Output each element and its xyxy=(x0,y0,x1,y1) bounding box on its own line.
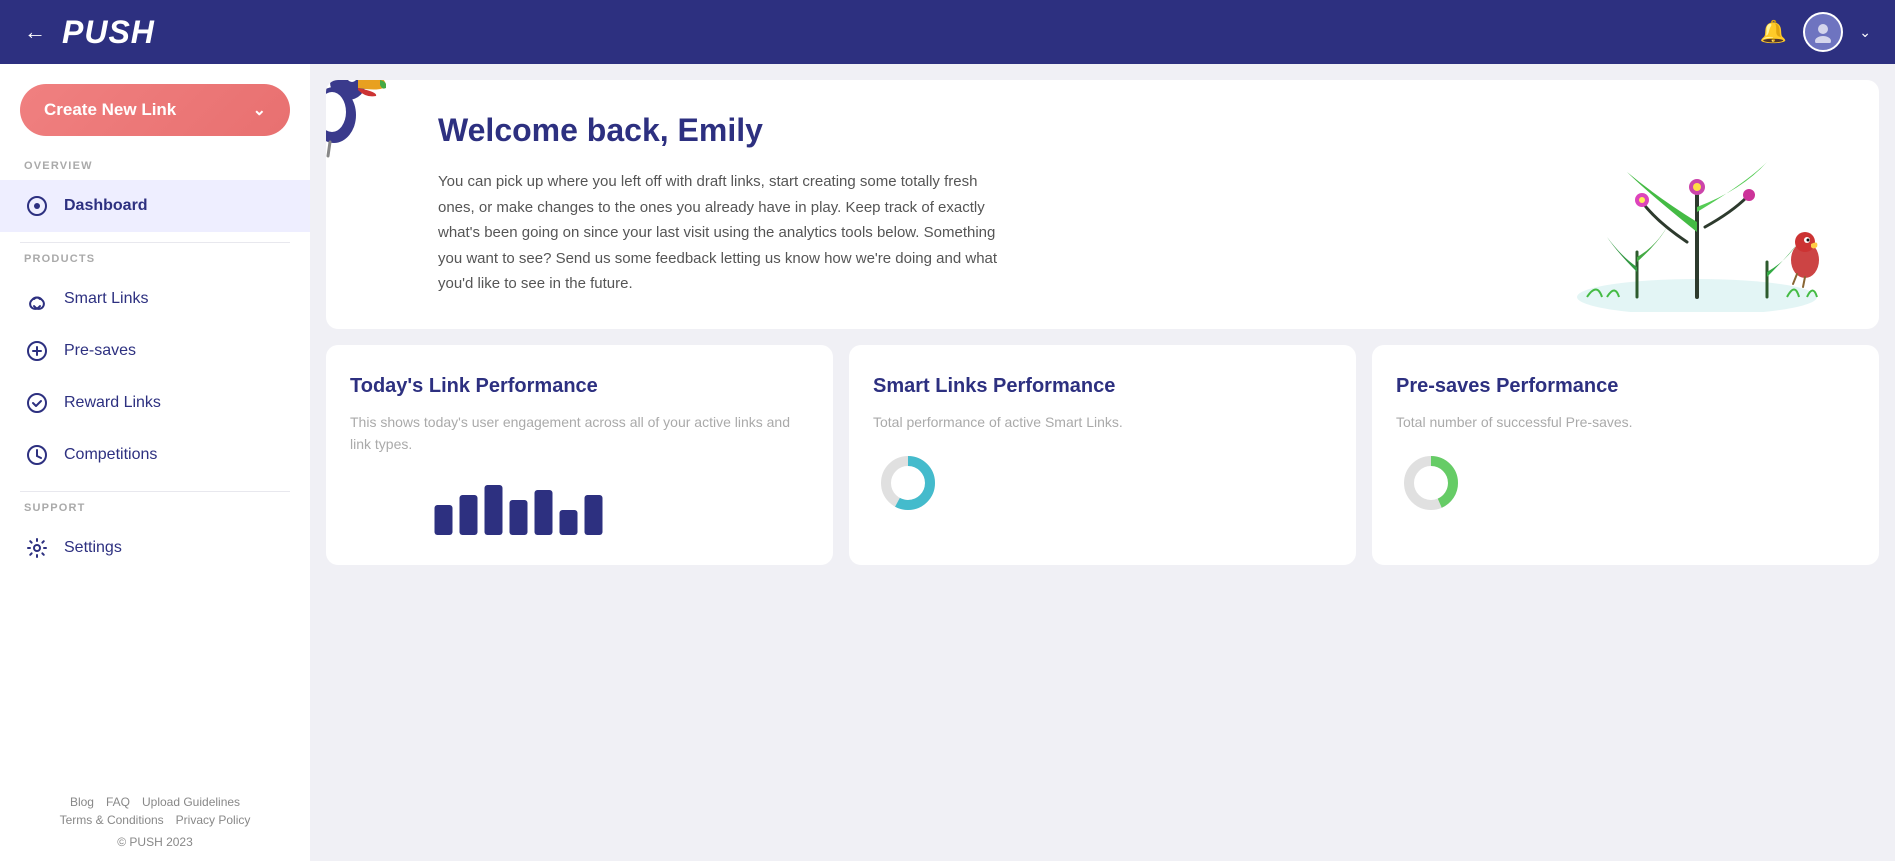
app-logo: PUSH xyxy=(62,14,1760,51)
cards-section: Today's Link Performance This shows toda… xyxy=(326,345,1879,581)
smart-links-performance-title: Smart Links Performance xyxy=(873,373,1332,399)
welcome-body: You can pick up where you left off with … xyxy=(438,169,1008,297)
sidebar-reward-links-label: Reward Links xyxy=(64,394,161,412)
topnav-right-section: 🔔 ⌄ xyxy=(1760,12,1871,52)
sidebar-item-settings[interactable]: Settings xyxy=(0,522,310,574)
back-button[interactable]: ← xyxy=(24,19,46,45)
footer-privacy-link[interactable]: Privacy Policy xyxy=(176,813,251,827)
welcome-content: Welcome back, Emily You can pick up wher… xyxy=(358,112,1008,297)
reward-links-icon xyxy=(24,390,50,416)
main-content: Welcome back, Emily You can pick up wher… xyxy=(310,64,1895,861)
toucan-illustration xyxy=(326,80,386,165)
sidebar-settings-label: Settings xyxy=(64,539,122,557)
footer-upload-guidelines-link[interactable]: Upload Guidelines xyxy=(142,795,240,809)
welcome-title: Welcome back, Emily xyxy=(438,112,1008,149)
pre-saves-performance-title: Pre-saves Performance xyxy=(1396,373,1855,399)
smart-links-chart-area xyxy=(873,453,1332,513)
competitions-icon xyxy=(24,442,50,468)
sidebar-item-competitions[interactable]: Competitions xyxy=(0,429,310,481)
sidebar-footer: Blog FAQ Upload Guidelines Terms & Condi… xyxy=(0,779,310,861)
notification-bell-icon[interactable]: 🔔 xyxy=(1760,19,1787,45)
sidebar: Create New Link ⌄ OVERVIEW Dashboard PRO… xyxy=(0,64,310,861)
sidebar-footer-links: Blog FAQ Upload Guidelines xyxy=(20,795,290,809)
user-avatar[interactable] xyxy=(1803,12,1843,52)
sidebar-divider-1 xyxy=(20,242,290,243)
today-link-performance-card: Today's Link Performance This shows toda… xyxy=(326,345,833,565)
support-section-label: SUPPORT xyxy=(0,502,310,522)
sidebar-pre-saves-label: Pre-saves xyxy=(64,342,136,360)
products-section-label: PRODUCTS xyxy=(0,253,310,273)
smart-links-performance-subtitle: Total performance of active Smart Links. xyxy=(873,411,1332,433)
plant-illustration xyxy=(1547,112,1847,292)
create-new-link-button[interactable]: Create New Link ⌄ xyxy=(20,84,290,136)
sidebar-item-reward-links[interactable]: Reward Links xyxy=(0,377,310,429)
pre-saves-icon xyxy=(24,338,50,364)
smart-links-performance-card: Smart Links Performance Total performanc… xyxy=(849,345,1356,565)
dashboard-icon xyxy=(24,193,50,219)
footer-blog-link[interactable]: Blog xyxy=(70,795,94,809)
settings-icon xyxy=(24,535,50,561)
sidebar-item-smart-links[interactable]: Smart Links xyxy=(0,273,310,325)
user-menu-chevron-icon[interactable]: ⌄ xyxy=(1859,24,1871,41)
footer-terms-link[interactable]: Terms & Conditions xyxy=(60,813,164,827)
sidebar-smart-links-label: Smart Links xyxy=(64,290,148,308)
sidebar-item-pre-saves[interactable]: Pre-saves xyxy=(0,325,310,377)
sidebar-competitions-label: Competitions xyxy=(64,446,157,464)
pre-saves-performance-subtitle: Total number of successful Pre-saves. xyxy=(1396,411,1855,433)
pre-saves-performance-card: Pre-saves Performance Total number of su… xyxy=(1372,345,1879,565)
copyright-text: © PUSH 2023 xyxy=(20,835,290,849)
sidebar-item-dashboard[interactable]: Dashboard xyxy=(0,180,310,232)
top-navigation: ← PUSH 🔔 ⌄ xyxy=(0,0,1895,64)
sidebar-dashboard-label: Dashboard xyxy=(64,197,148,215)
create-button-chevron-icon: ⌄ xyxy=(253,100,266,120)
today-link-chart-area xyxy=(350,475,809,535)
today-link-performance-title: Today's Link Performance xyxy=(350,373,809,399)
sidebar-footer-links-2: Terms & Conditions Privacy Policy xyxy=(20,813,290,827)
smart-links-icon xyxy=(24,286,50,312)
create-new-link-label: Create New Link xyxy=(44,100,176,120)
welcome-banner: Welcome back, Emily You can pick up wher… xyxy=(326,80,1879,329)
pre-saves-chart-area xyxy=(1396,453,1855,513)
footer-faq-link[interactable]: FAQ xyxy=(106,795,130,809)
main-layout: Create New Link ⌄ OVERVIEW Dashboard PRO… xyxy=(0,64,1895,861)
overview-section-label: OVERVIEW xyxy=(0,160,310,180)
today-link-performance-subtitle: This shows today's user engagement acros… xyxy=(350,411,809,456)
sidebar-divider-2 xyxy=(20,491,290,492)
